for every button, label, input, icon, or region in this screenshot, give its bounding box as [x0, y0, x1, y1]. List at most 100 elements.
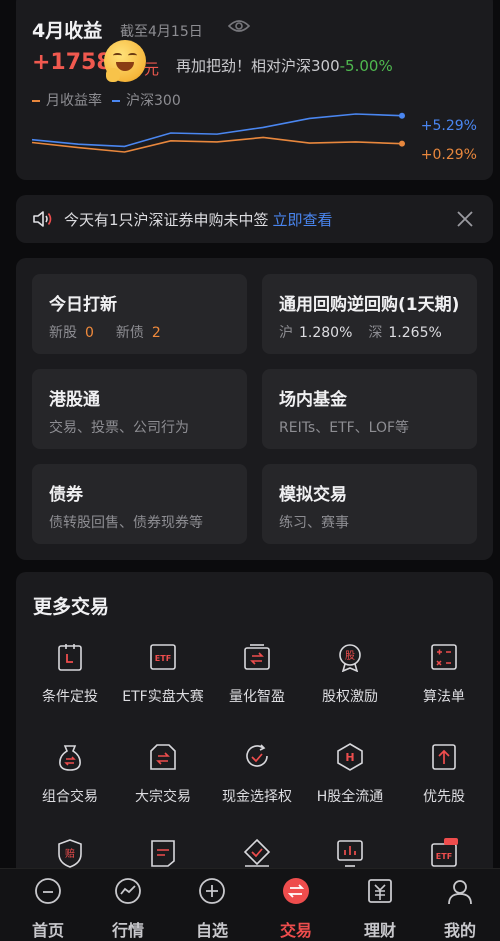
tile-ipo[interactable]: 今日打新 新股 0 新债 2	[32, 274, 247, 354]
new-bond-count: 2	[151, 325, 161, 341]
earnings-title: 4月收益	[32, 20, 103, 42]
more-trades-section: 更多交易 条件定投 ETF ETF实盘大赛 量化智盈 股 股权激励 算法单 组合…	[16, 572, 493, 902]
more-item-equity-incentive[interactable]: 股 股权激励	[302, 642, 398, 706]
svg-text:赔: 赔	[65, 847, 75, 860]
more-item-portfolio-trade[interactable]: 组合交易	[22, 742, 118, 806]
tile-bonds[interactable]: 债券 债转股回售、债券现券等	[32, 464, 247, 544]
tile-subtitle: 交易、投票、公司行为	[49, 420, 189, 436]
bottom-nav: 首页 行情 自选 交易 理财 我的	[0, 868, 500, 941]
sh-rate: 1.280%	[299, 325, 353, 341]
profile-icon	[448, 880, 472, 905]
nav-trade[interactable]: 交易	[254, 877, 338, 941]
new-stock-count: 0	[85, 325, 94, 341]
earnings-amount: +1758	[32, 50, 112, 75]
quant-icon	[244, 644, 270, 670]
speaker-icon	[33, 211, 52, 227]
equity-incentive-icon: 股	[339, 644, 361, 673]
document-icon	[151, 840, 175, 867]
earnings-unit: 元	[144, 60, 160, 78]
more-item-label: ETF实盘大赛	[122, 689, 204, 705]
vote-icon	[243, 838, 271, 867]
more-item-row3-1[interactable]: 赔	[22, 838, 118, 872]
chart-legend: 月收益率 沪深300	[32, 90, 181, 110]
more-item-row3-2[interactable]	[115, 838, 211, 872]
tile-exchange-funds[interactable]: 场内基金 REITs、ETF、LOF等	[262, 369, 477, 449]
more-item-label: 算法单	[423, 689, 465, 705]
market-icon	[115, 878, 141, 904]
trade-icon	[283, 878, 309, 904]
earnings-card[interactable]: 4月收益 截至4月15日 +1758 元 再加把劲！相对沪深300-5.00% …	[16, 0, 493, 180]
etf-icon: ETF	[431, 838, 458, 867]
more-item-label: 条件定投	[42, 689, 98, 705]
more-item-row3-5[interactable]: ETF	[396, 838, 492, 872]
relative-pct: -5.00%	[339, 57, 393, 75]
tile-title: 债券	[49, 485, 83, 505]
tile-subtitle: REITs、ETF、LOF等	[279, 420, 410, 436]
preferred-stock-icon	[432, 744, 456, 770]
tile-title: 模拟交易	[279, 485, 347, 505]
tile-hk-connect[interactable]: 港股通 交易、投票、公司行为	[32, 369, 247, 449]
more-item-h-share[interactable]: H H股全流通	[302, 742, 398, 806]
more-item-etf-contest[interactable]: ETF ETF实盘大赛	[115, 642, 211, 706]
tile-reverse-repo[interactable]: 通用回购逆回购(1天期) 沪 1.280% 深 1.265%	[262, 274, 477, 354]
more-item-algorithm-order[interactable]: 算法单	[396, 642, 492, 706]
more-item-block-trade[interactable]: 大宗交易	[115, 742, 211, 806]
wealth-icon	[368, 879, 392, 903]
tile-subtitle: 新股 0 新债 2	[49, 325, 161, 341]
nav-label: 理财	[363, 921, 396, 940]
more-item-row3-3[interactable]	[209, 838, 305, 872]
h-share-icon: H	[337, 743, 363, 771]
trade-services-grid: 今日打新 新股 0 新债 2 通用回购逆回购(1天期) 沪 1.280% 深 1.265% …	[16, 258, 493, 560]
nav-wealth[interactable]: 理财	[338, 877, 422, 941]
cash-option-icon	[246, 744, 268, 767]
tile-title: 场内基金	[279, 390, 347, 410]
legend-csi300: 沪深300	[112, 90, 181, 110]
eye-icon[interactable]	[228, 18, 250, 34]
csi300-end-label: +5.29%	[420, 118, 477, 134]
tile-simulated-trading[interactable]: 模拟交易 练习、赛事	[262, 464, 477, 544]
nav-profile[interactable]: 我的	[418, 877, 500, 941]
earnings-message: 再加把劲！相对沪深300-5.00%	[176, 55, 393, 76]
close-icon[interactable]	[455, 209, 475, 229]
nav-market[interactable]: 行情	[86, 877, 170, 941]
nav-home[interactable]: 首页	[6, 877, 90, 941]
etf-contest-icon: ETF	[150, 644, 176, 670]
tile-title: 港股通	[49, 390, 100, 410]
more-item-label: 量化智盈	[229, 689, 285, 705]
sz-rate: 1.265%	[388, 325, 442, 341]
more-item-conditional-invest[interactable]: 条件定投	[22, 642, 118, 706]
tile-subtitle: 债转股回售、债券现券等	[49, 515, 203, 531]
algorithm-order-icon	[431, 644, 457, 670]
more-item-label: 现金选择权	[222, 789, 292, 805]
svg-text:ETF: ETF	[155, 654, 171, 663]
view-now-link[interactable]: 立即查看	[273, 211, 333, 229]
portfolio-trade-icon	[59, 745, 81, 771]
more-item-preferred-stock[interactable]: 优先股	[396, 742, 492, 806]
notice-text: 今天有1只沪深证券申购未中签 立即查看	[64, 209, 333, 230]
grinning-emoji-icon	[104, 40, 146, 82]
more-item-label: 股权激励	[322, 689, 378, 705]
nav-watchlist[interactable]: 自选	[170, 877, 254, 941]
series-end-point-1	[399, 140, 405, 147]
nav-label: 首页	[31, 921, 64, 940]
block-trade-icon	[150, 744, 176, 770]
more-item-cash-option[interactable]: 现金选择权	[209, 742, 305, 806]
more-item-label: 大宗交易	[135, 789, 191, 805]
more-item-label: 优先股	[423, 789, 465, 805]
monthly-end-label: +0.29%	[420, 147, 477, 163]
more-item-label: 组合交易	[42, 789, 98, 805]
earnings-date: 截至4月15日	[120, 24, 203, 40]
monitor-chart-icon	[337, 840, 363, 867]
nav-label: 我的	[443, 921, 476, 940]
watchlist-icon	[199, 878, 225, 904]
more-item-quant[interactable]: 量化智盈	[209, 642, 305, 706]
notice-bar[interactable]: 今天有1只沪深证券申购未中签 立即查看	[16, 195, 493, 243]
tile-subtitle: 沪 1.280% 深 1.265%	[279, 325, 442, 341]
more-item-label: H股全流通	[316, 789, 384, 805]
more-item-row3-4[interactable]	[302, 838, 398, 872]
tile-subtitle: 练习、赛事	[279, 515, 349, 531]
nav-label: 行情	[111, 921, 144, 940]
tile-title: 今日打新	[49, 295, 117, 315]
svg-text:股: 股	[345, 650, 355, 662]
more-trades-title: 更多交易	[33, 596, 110, 618]
